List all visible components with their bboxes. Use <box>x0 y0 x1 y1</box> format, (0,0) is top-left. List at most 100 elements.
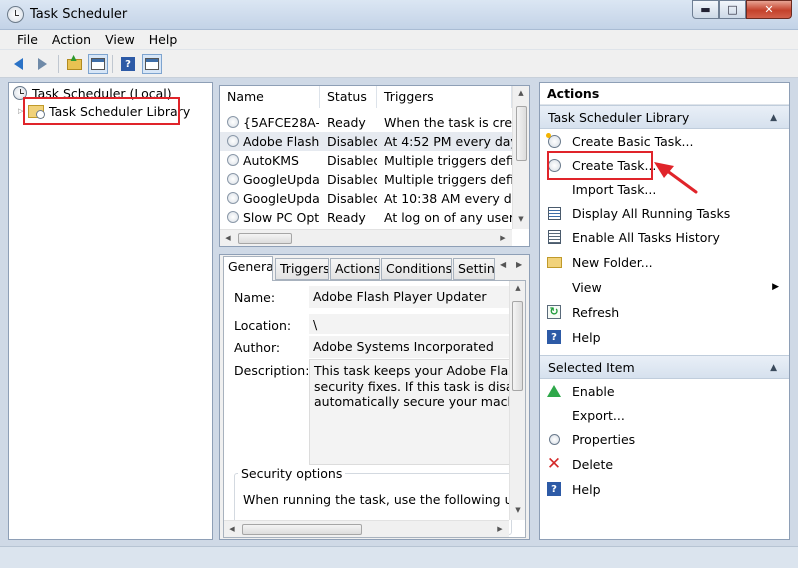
scroll-down-arrow-icon[interactable]: ▼ <box>510 506 526 514</box>
action-refresh[interactable]: ↻ Refresh <box>540 301 789 323</box>
show-hide-console-tree-button[interactable] <box>88 54 108 74</box>
task-clock-icon <box>227 173 239 185</box>
action-create-basic-task[interactable]: Create Basic Task... <box>540 130 789 152</box>
scroll-left-arrow-icon[interactable]: ◀ <box>224 525 240 533</box>
task-row[interactable]: GoogleUpda... Disabled At 10:38 AM every… <box>220 189 512 208</box>
action-enable-history[interactable]: Enable All Tasks History <box>540 226 789 248</box>
column-header-name[interactable]: Name <box>220 86 320 108</box>
author-field[interactable]: Adobe Systems Incorporated <box>309 336 512 358</box>
action-display-running-tasks[interactable]: Display All Running Tasks <box>540 202 789 224</box>
blank-icon <box>546 181 562 197</box>
up-folder-icon <box>66 53 82 70</box>
task-triggers: At 10:38 AM every day - <box>384 191 512 206</box>
action-new-folder[interactable]: New Folder... <box>540 251 789 273</box>
task-clock-icon <box>227 116 239 128</box>
action-export[interactable]: Export... <box>540 404 789 426</box>
scroll-up-arrow-icon[interactable]: ▲ <box>510 284 526 292</box>
scroll-thumb[interactable] <box>238 233 292 244</box>
detail-vertical-scrollbar[interactable]: ▲ ▼ <box>509 281 525 520</box>
action-label: View <box>572 279 602 295</box>
task-list-vertical-scrollbar[interactable]: ▲ ▼ <box>512 86 529 229</box>
window-controls: ▬ □ ✕ <box>692 0 792 19</box>
up-folder-button[interactable] <box>64 53 84 74</box>
description-field[interactable]: This task keeps your Adobe Flash Play se… <box>309 359 512 465</box>
scroll-left-arrow-icon[interactable]: ◀ <box>220 234 236 242</box>
task-name-field[interactable]: Adobe Flash Player Updater <box>309 286 512 308</box>
tab-settings[interactable]: Setting <box>453 258 495 280</box>
action-label: Properties <box>572 431 636 447</box>
highlight-box-library <box>23 97 180 125</box>
console-tree: Task Scheduler (Local) ▷ Task Scheduler … <box>8 82 213 540</box>
action-label: Import Task... <box>572 181 657 197</box>
menu-action[interactable]: Action <box>45 32 98 47</box>
collapse-arrow-icon[interactable]: ▲ <box>770 106 777 130</box>
column-header-triggers[interactable]: Triggers <box>377 86 512 108</box>
tab-triggers[interactable]: Triggers <box>275 258 329 280</box>
action-enable[interactable]: Enable <box>540 380 789 402</box>
minimize-button[interactable]: ▬ <box>692 0 719 19</box>
task-status: Disabled <box>327 134 377 149</box>
scroll-thumb[interactable] <box>516 106 527 161</box>
submenu-arrow-icon: ▶ <box>772 282 779 292</box>
tab-conditions[interactable]: Conditions <box>381 258 452 280</box>
menu-view[interactable]: View <box>98 32 142 47</box>
action-view[interactable]: View ▶ <box>540 276 789 298</box>
tab-actions[interactable]: Actions <box>330 258 380 280</box>
action-label: Enable <box>572 383 615 399</box>
action-help-selected[interactable]: ? Help <box>540 478 789 500</box>
blank-icon <box>546 279 562 295</box>
description-label: Description: <box>234 363 310 378</box>
scroll-thumb[interactable] <box>242 524 362 535</box>
action-help[interactable]: ? Help <box>540 326 789 348</box>
scroll-right-arrow-icon[interactable]: ▶ <box>492 525 508 533</box>
collapse-arrow-icon[interactable]: ▲ <box>770 356 777 380</box>
scroll-thumb[interactable] <box>512 301 523 391</box>
clock-star-icon <box>545 132 562 149</box>
highlight-box-create-task <box>547 151 653 180</box>
help-toolbar-button[interactable]: ? <box>118 54 138 74</box>
tab-scroll-left-icon[interactable]: ◀ <box>500 260 506 269</box>
task-clock-icon <box>227 154 239 166</box>
task-status: Ready <box>327 210 366 225</box>
menu-help[interactable]: Help <box>142 32 185 47</box>
task-row-selected[interactable]: Adobe Flash... Disabled At 4:52 PM every… <box>220 132 512 151</box>
author-label: Author: <box>234 340 281 355</box>
scroll-right-arrow-icon[interactable]: ▶ <box>495 234 511 242</box>
scroll-up-arrow-icon[interactable]: ▲ <box>513 89 529 97</box>
column-header-status[interactable]: Status <box>320 86 377 108</box>
section-library-label: Task Scheduler Library <box>548 110 690 125</box>
tab-scroll-right-icon[interactable]: ▶ <box>516 260 522 269</box>
task-detail-pane: General Triggers Actions Conditions Sett… <box>219 254 530 540</box>
general-tab-content: Name: Adobe Flash Player Updater Locatio… <box>223 280 526 538</box>
action-properties[interactable]: Properties <box>540 428 789 450</box>
tab-general[interactable]: General <box>223 256 273 281</box>
task-triggers: At log on of any user <box>384 210 512 225</box>
action-delete[interactable]: ✕ Delete <box>540 453 789 475</box>
task-clock-icon <box>227 192 239 204</box>
back-button[interactable] <box>8 54 28 74</box>
show-hide-action-pane-button[interactable] <box>142 54 162 74</box>
task-triggers: Multiple triggers defined <box>384 153 512 168</box>
properties-icon <box>546 431 562 447</box>
scroll-down-arrow-icon[interactable]: ▼ <box>513 215 529 223</box>
task-row[interactable]: {5AFCE28A-... Ready When the task is cre… <box>220 113 512 132</box>
title-bar: Task Scheduler ▬ □ ✕ <box>0 0 798 30</box>
forward-button[interactable] <box>32 54 52 74</box>
task-row[interactable]: GoogleUpda... Disabled Multiple triggers… <box>220 170 512 189</box>
menu-file[interactable]: File <box>10 32 45 47</box>
location-field[interactable]: \ <box>309 314 512 334</box>
action-label: Display All Running Tasks <box>572 205 731 221</box>
task-row[interactable]: AutoKMS Disabled Multiple triggers defin… <box>220 151 512 170</box>
task-list-horizontal-scrollbar[interactable]: ◀ ▶ <box>220 229 512 246</box>
section-task-scheduler-library[interactable]: Task Scheduler Library ▲ <box>540 105 789 129</box>
task-row[interactable]: Slow PC Opt... Ready At log on of any us… <box>220 208 512 227</box>
console-tree-icon <box>91 58 105 70</box>
close-button[interactable]: ✕ <box>746 0 792 19</box>
action-label: Refresh <box>572 304 620 320</box>
task-name: GoogleUpda... <box>243 172 319 187</box>
back-arrow-icon <box>13 58 23 70</box>
maximize-button[interactable]: □ <box>719 0 746 19</box>
detail-horizontal-scrollbar[interactable]: ◀ ▶ <box>224 520 509 537</box>
section-selected-item[interactable]: Selected Item ▲ <box>540 355 789 379</box>
task-scheduler-clock-icon <box>7 6 24 23</box>
